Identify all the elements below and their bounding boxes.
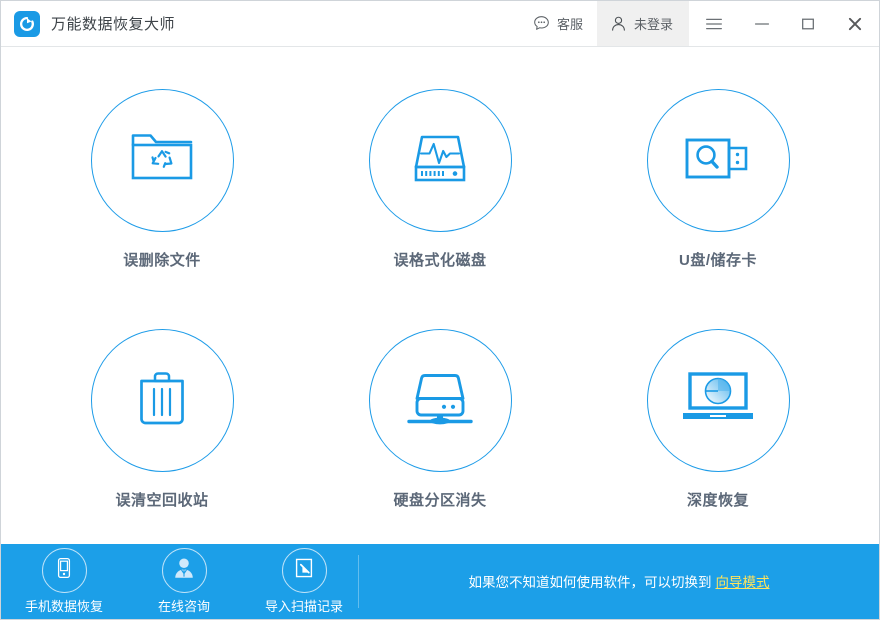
footer-actions: 手机数据恢复 在线咨询 导入扫描记录 [1, 544, 350, 619]
usb-search-icon [682, 131, 754, 190]
maximize-button[interactable] [785, 1, 831, 46]
footer-item-label: 在线咨询 [157, 599, 210, 614]
card-icon-circle [368, 88, 512, 232]
login-status-button[interactable]: 未登录 [596, 1, 689, 46]
maximize-icon [797, 13, 819, 35]
title-bar-left: 万能数据恢复大师 [1, 1, 175, 46]
card-formatted-disk[interactable]: 误格式化磁盘 [368, 88, 512, 270]
close-icon [844, 13, 866, 35]
card-label: U盘/储存卡 [678, 251, 757, 269]
login-status-label: 未登录 [633, 17, 673, 32]
wizard-mode-link[interactable]: 向导模式 [716, 571, 770, 591]
card-deep-recovery[interactable]: 深度恢复 [646, 329, 790, 510]
customer-service-button[interactable]: 客服 [522, 1, 597, 46]
card-icon-circle [646, 88, 790, 232]
footer-item-label: 手机数据恢复 [24, 599, 103, 614]
card-icon-circle [646, 329, 790, 473]
footer-icon-circle [281, 548, 327, 593]
minimize-button[interactable] [739, 1, 785, 46]
footer-item-label: 导入扫描记录 [264, 599, 343, 614]
card-label: 误清空回收站 [115, 492, 209, 510]
card-label: 深度恢复 [686, 492, 749, 510]
title-bar-spacer [175, 1, 522, 46]
minimize-icon [751, 13, 773, 35]
disk-waveform-icon [408, 127, 472, 194]
mobile-phone-icon [52, 556, 76, 585]
laptop-pie-icon [679, 368, 757, 433]
title-bar: 万能数据恢复大师 客服 未登录 [1, 1, 879, 47]
chat-bubble-icon [532, 14, 551, 33]
trash-bin-icon [135, 366, 189, 435]
card-deleted-files[interactable]: 误删除文件 [90, 88, 234, 270]
card-icon-circle [90, 329, 234, 473]
person-avatar-icon [171, 555, 197, 586]
customer-service-label: 客服 [556, 17, 583, 32]
card-emptied-recycle-bin[interactable]: 误清空回收站 [90, 329, 234, 510]
card-icon-circle [90, 88, 234, 232]
user-icon [609, 14, 628, 33]
card-label: 误删除文件 [123, 251, 201, 269]
folder-recycle-icon [127, 128, 197, 193]
footer-bar: 手机数据恢复 在线咨询 导入扫描记录 如果您不知道如何使用软件，可以切换到 向导… [1, 544, 879, 619]
card-lost-partition[interactable]: 硬盘分区消失 [368, 329, 512, 510]
application-window: 万能数据恢复大师 客服 未登录 误删除文件 误格式化磁盘 U盘/储存卡 误清空回… [0, 0, 880, 620]
close-button[interactable] [831, 1, 879, 46]
footer-item-mobile-recovery[interactable]: 手机数据恢复 [18, 548, 110, 615]
card-label: 误格式化磁盘 [393, 251, 487, 269]
footer-item-online-consult[interactable]: 在线咨询 [138, 548, 230, 615]
external-drive-icon [404, 367, 476, 434]
app-title: 万能数据恢复大师 [51, 16, 176, 33]
card-label: 硬盘分区消失 [393, 492, 487, 510]
card-icon-circle [368, 329, 512, 473]
import-arrow-icon [292, 556, 316, 585]
footer-hint: 如果您不知道如何使用软件，可以切换到 向导模式 [359, 544, 879, 619]
footer-icon-circle [161, 548, 207, 593]
main-menu-button[interactable] [689, 1, 739, 46]
footer-icon-circle [41, 548, 87, 593]
footer-item-import-scan-record[interactable]: 导入扫描记录 [258, 548, 350, 615]
card-usb-memory-card[interactable]: U盘/储存卡 [646, 88, 790, 270]
recovery-mode-grid: 误删除文件 误格式化磁盘 U盘/储存卡 误清空回收站 硬盘分区消失 深度恢复 [1, 47, 879, 544]
title-bar-controls: 客服 未登录 [522, 1, 879, 46]
footer-hint-text: 如果您不知道如何使用软件，可以切换到 [468, 574, 712, 590]
hamburger-menu-icon [703, 13, 725, 35]
refresh-circle-logo-icon [14, 10, 40, 37]
